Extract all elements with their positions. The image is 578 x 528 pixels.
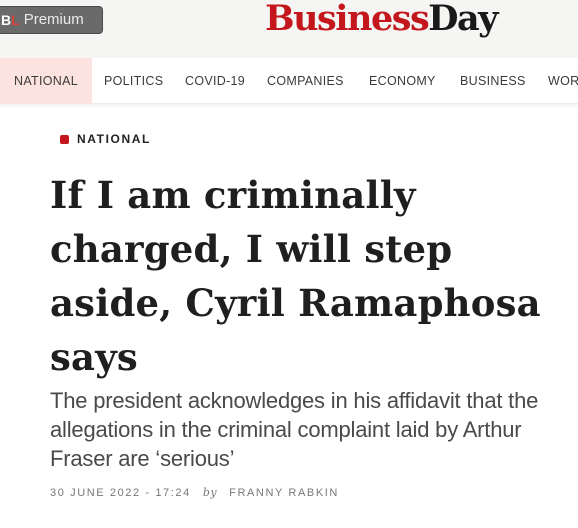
section-tag[interactable]: NATIONAL xyxy=(60,132,151,146)
nav-item-world[interactable]: WOR xyxy=(548,58,578,104)
logo-day: Day xyxy=(428,0,498,39)
nav-item-national[interactable]: NATIONAL xyxy=(0,58,92,104)
bl-logo-icon: BL xyxy=(1,12,20,28)
logo-business: Business xyxy=(265,0,430,39)
nav-item-covid-19[interactable]: COVID-19 xyxy=(185,58,245,104)
article-meta: 30 JUNE 2022 - 17:24 by FRANNY RABKIN xyxy=(50,486,339,499)
article-headline: If I am criminally charged, I will step … xyxy=(50,173,541,379)
nav-item-politics[interactable]: POLITICS xyxy=(104,58,163,104)
article-subheadline: The president acknowledges in his affida… xyxy=(50,388,539,471)
site-logo[interactable]: BusinessDay xyxy=(265,0,499,44)
premium-button[interactable]: BL Premium xyxy=(0,6,103,34)
section-dot-icon xyxy=(60,134,69,144)
section-label: NATIONAL xyxy=(77,132,151,146)
byline-prefix: by xyxy=(202,486,218,499)
publish-date: 30 JUNE 2022 - 17:24 xyxy=(50,486,191,499)
nav-item-business[interactable]: BUSINESS xyxy=(460,58,526,104)
author-name[interactable]: FRANNY RABKIN xyxy=(229,487,339,499)
nav-item-companies[interactable]: COMPANIES xyxy=(267,58,344,104)
premium-label: Premium xyxy=(23,11,84,28)
main-nav: NATIONAL POLITICS COVID-19 COMPANIES ECO… xyxy=(0,58,578,104)
nav-item-economy[interactable]: ECONOMY xyxy=(369,58,436,104)
top-bar: BL Premium BusinessDay xyxy=(0,0,578,58)
